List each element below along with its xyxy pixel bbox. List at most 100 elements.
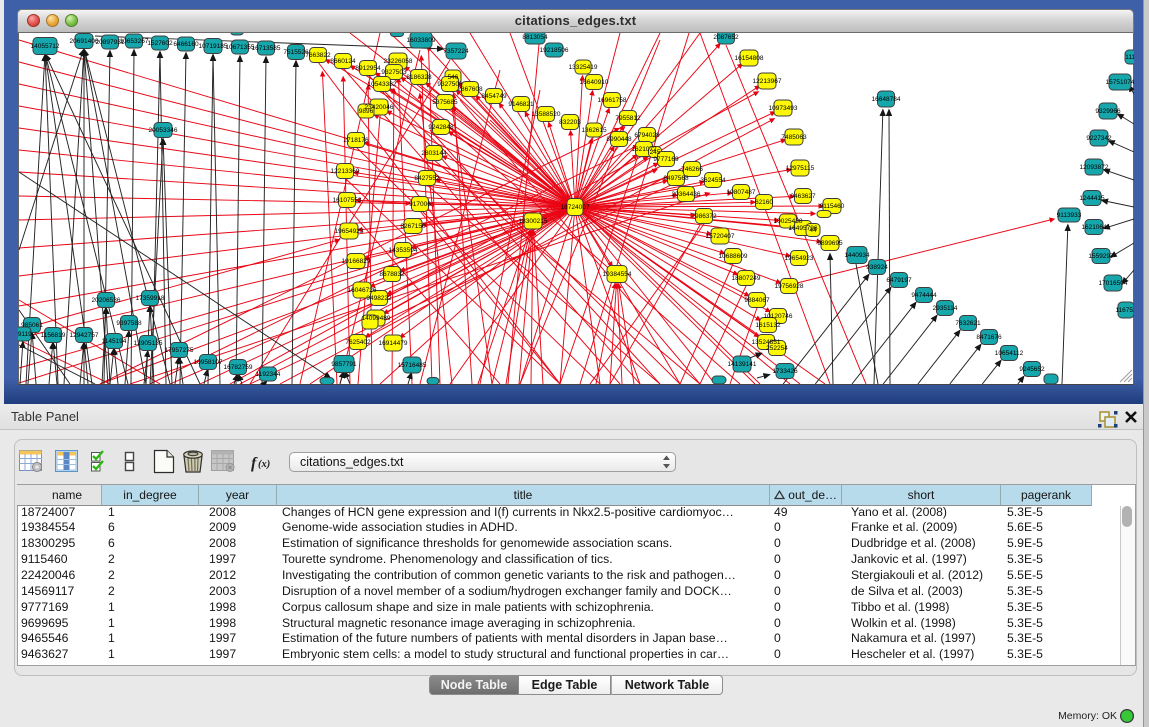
svg-text:14139141: 14139141 (728, 361, 757, 368)
svg-text:6466160: 6466160 (173, 41, 199, 48)
svg-text:245: 245 (650, 149, 661, 156)
svg-text:7632621: 7632621 (955, 320, 981, 327)
svg-text:2087652: 2087652 (713, 34, 739, 41)
svg-text:2935114: 2935114 (933, 305, 958, 312)
svg-text:1117: 1117 (1125, 54, 1134, 61)
svg-text:16914479: 16914479 (379, 340, 408, 347)
svg-text:16782759: 16782759 (224, 364, 253, 371)
svg-text:20053346: 20053346 (149, 127, 178, 134)
svg-text:9463627: 9463627 (790, 193, 816, 200)
svg-text:10671355: 10671355 (226, 44, 255, 51)
svg-text:546: 546 (448, 74, 459, 81)
svg-text:1244415: 1244415 (1079, 195, 1105, 202)
svg-text:9857791: 9857791 (331, 361, 357, 368)
svg-text:1615132: 1615132 (755, 322, 781, 329)
svg-text:12093872: 12093872 (1080, 164, 1109, 171)
svg-text:(x): (x) (258, 459, 270, 470)
svg-text:10025438: 10025438 (774, 218, 803, 225)
svg-text:1145194: 1145194 (102, 338, 127, 345)
svg-text:8678832: 8678832 (379, 271, 405, 278)
svg-text:39119: 39119 (18, 331, 32, 338)
svg-text:7625402: 7625402 (345, 339, 371, 346)
svg-text:44: 44 (809, 227, 817, 234)
svg-text:252254: 252254 (766, 345, 788, 352)
svg-text:7357224: 7357224 (443, 48, 469, 55)
svg-text:10653267: 10653267 (120, 38, 149, 45)
svg-text:2803144: 2803144 (421, 150, 447, 157)
svg-text:985061: 985061 (21, 322, 43, 329)
svg-text:8660124: 8660124 (330, 58, 356, 65)
svg-text:23226058: 23226058 (384, 58, 413, 65)
svg-text:1156819: 1156819 (41, 332, 66, 339)
svg-text:18724007: 18724007 (561, 204, 590, 211)
svg-text:10120746: 10120746 (764, 313, 793, 320)
svg-text:7485063: 7485063 (781, 134, 807, 141)
svg-text:62160: 62160 (755, 199, 773, 206)
svg-text:9896: 9896 (359, 108, 374, 115)
svg-text:2718176: 2718176 (343, 137, 369, 144)
svg-text:1621064: 1621064 (1081, 224, 1107, 231)
svg-text:9329966: 9329966 (1095, 108, 1121, 115)
svg-text:14099489: 14099489 (362, 315, 391, 322)
svg-text:9397588: 9397588 (116, 320, 142, 327)
svg-text:9115460: 9115460 (820, 203, 845, 210)
svg-text:10654112: 10654112 (995, 350, 1024, 357)
svg-text:15720407: 15720407 (706, 233, 735, 240)
svg-text:19654923: 19654923 (785, 255, 814, 262)
svg-text:10719185: 10719185 (199, 43, 228, 50)
svg-text:9777169: 9777169 (653, 156, 679, 163)
svg-text:12213369: 12213369 (331, 168, 360, 175)
svg-text:10973493: 10973493 (769, 105, 798, 112)
svg-text:832203: 832203 (559, 119, 581, 126)
svg-text:14353594: 14353594 (389, 247, 418, 254)
svg-text:2867608: 2867608 (457, 86, 483, 93)
svg-text:9474444: 9474444 (911, 292, 937, 299)
svg-text:8990448: 8990448 (606, 136, 632, 143)
svg-text:18807249: 18807249 (732, 275, 761, 282)
svg-text:12213967: 12213967 (753, 78, 782, 85)
svg-text:1733426: 1733426 (772, 368, 798, 375)
svg-text:7663822: 7663822 (305, 52, 331, 59)
svg-text:19166829: 19166829 (342, 258, 371, 265)
svg-text:9245652: 9245652 (1019, 366, 1045, 373)
svg-text:9327503: 9327503 (381, 69, 407, 76)
svg-text:19756928: 19756928 (775, 283, 804, 290)
svg-text:15751074: 15751074 (1106, 79, 1134, 86)
svg-text:17957275: 17957275 (165, 347, 194, 354)
svg-text:5375685: 5375685 (432, 99, 458, 106)
svg-text:8267150: 8267150 (400, 223, 426, 230)
svg-text:8912954: 8912954 (355, 65, 381, 72)
svg-text:10543382: 10543382 (368, 81, 397, 88)
svg-text:20691406: 20691406 (70, 38, 99, 45)
svg-text:16648784: 16648784 (872, 96, 901, 103)
svg-text:917006: 917006 (409, 201, 431, 208)
svg-text:1362615: 1362615 (581, 127, 607, 134)
svg-text:8427552: 8427552 (414, 175, 440, 182)
svg-text:19218506: 19218506 (540, 47, 569, 54)
svg-text:1559297: 1559297 (1088, 253, 1114, 260)
svg-text:17016504: 17016504 (1099, 280, 1128, 287)
svg-text:9899695: 9899695 (817, 240, 843, 247)
svg-text:20206536: 20206536 (92, 297, 121, 304)
svg-text:9884067: 9884067 (744, 297, 770, 304)
svg-text:8186328: 8186328 (406, 74, 432, 81)
svg-text:15716485: 15716485 (398, 362, 427, 369)
svg-text:16961758: 16961758 (598, 97, 627, 104)
svg-text:10807487: 10807487 (727, 189, 756, 196)
svg-text:10958107: 10958107 (194, 359, 223, 366)
svg-text:16154808: 16154808 (735, 55, 764, 62)
svg-text:6479197: 6479197 (886, 277, 912, 284)
svg-text:9498222: 9498222 (366, 295, 392, 302)
svg-text:7955812: 7955812 (615, 115, 641, 122)
svg-text:14055712: 14055712 (31, 43, 60, 50)
svg-text:18300215: 18300215 (519, 218, 548, 225)
svg-text:16107553: 16107553 (333, 197, 362, 204)
svg-text:3624554: 3624554 (700, 177, 726, 184)
svg-text:7986372: 7986372 (691, 213, 717, 220)
svg-text:10688609: 10688609 (719, 253, 748, 260)
svg-text:938924: 938924 (866, 264, 888, 271)
svg-text:1527602: 1527602 (147, 40, 173, 47)
svg-text:1192344: 1192344 (256, 371, 281, 378)
svg-text:13325419: 13325419 (569, 64, 598, 71)
svg-text:19654923: 19654923 (335, 228, 364, 235)
